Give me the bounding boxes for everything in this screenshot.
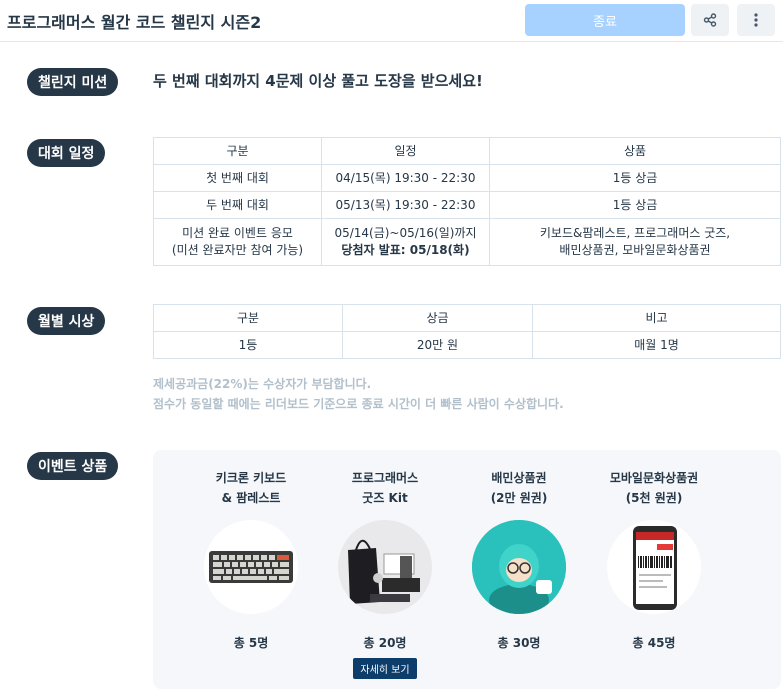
table-cell: 05/14(금)~05/16(일)까지 당첨자 발표: 05/18(화): [321, 218, 490, 266]
table-cell: 05/13(목) 19:30 - 22:30: [321, 191, 490, 219]
prize-name: 키크론 키보드 & 팜레스트: [191, 468, 311, 508]
table-cell: 매월 1명: [532, 331, 781, 359]
cell-line: 미션 완료 이벤트 응모: [182, 226, 293, 240]
prize-name: 프로그래머스 굿즈 Kit: [325, 468, 445, 508]
page-title: 프로그래머스 월간 코드 챌린지 시즌2: [7, 13, 262, 32]
section-label-mission: 챌린지 미션: [27, 68, 119, 96]
prize-mobile-gift: 모바일문화상품권 (5천 원권) 총 45명: [594, 468, 714, 651]
prize-name-line: (2만 원권): [490, 491, 548, 505]
table-cell: 20만 원: [342, 331, 533, 359]
table-row: 첫 번째 대회 04/15(목) 19:30 - 22:30 1등 상금: [153, 164, 781, 192]
prize-name-line: 모바일문화상품권: [609, 471, 699, 485]
table-cell: 미션 완료 이벤트 응모 (미션 완료자만 참여 가능): [153, 218, 322, 266]
schedule-table: 구분 일정 상품 첫 번째 대회 04/15(목) 19:30 - 22:30 …: [153, 137, 781, 266]
prize-name: 모바일문화상품권 (5천 원권): [594, 468, 714, 508]
prize-name-line: (5천 원권): [625, 491, 683, 505]
table-header: 비고: [532, 304, 781, 332]
cell-line: 키보드&팜레스트, 프로그래머스 굿즈,: [539, 226, 731, 240]
prize-count: 총 5명: [233, 636, 269, 650]
section-label-schedule: 대회 일정: [27, 139, 106, 167]
prize-goods-kit: 프로그래머스 굿즈 Kit 총 20명 자세히 보기: [325, 468, 445, 679]
table-header: 구분: [153, 137, 322, 165]
end-button[interactable]: 종료: [525, 4, 685, 36]
mobile-gift-image: [607, 520, 701, 614]
prize-name-line: 프로그래머스: [351, 471, 419, 485]
prize-name-line: & 팜레스트: [221, 491, 281, 505]
table-header: 상금: [342, 304, 533, 332]
goods-kit-image: [338, 520, 432, 614]
baemin-image: [472, 520, 566, 614]
table-header-row: 구분 상금 비고: [153, 304, 781, 332]
prize-keyboard: 키크론 키보드 & 팜레스트 총 5명: [191, 468, 311, 651]
prize-name-line: 키크론 키보드: [215, 471, 287, 485]
share-icon: [703, 13, 717, 27]
table-cell: 1등 상금: [489, 191, 781, 219]
prize-count: 총 20명: [363, 636, 407, 650]
keyboard-image: [204, 520, 298, 614]
more-options-button[interactable]: [737, 4, 775, 36]
table-cell: 1등: [153, 331, 343, 359]
share-button[interactable]: [691, 4, 729, 36]
table-header: 일정: [321, 137, 490, 165]
table-cell: 04/15(목) 19:30 - 22:30: [321, 164, 490, 192]
prize-name-line: 배민상품권: [491, 471, 547, 485]
prize-name-line: 굿즈 Kit: [362, 491, 408, 505]
prize-name: 배민상품권 (2만 원권): [459, 468, 579, 508]
prize-baemin: 배민상품권 (2만 원권) 총 30명: [459, 468, 579, 651]
table-row: 미션 완료 이벤트 응모 (미션 완료자만 참여 가능) 05/14(금)~05…: [153, 218, 781, 266]
table-header-row: 구분 일정 상품: [153, 137, 781, 165]
cell-line: 05/14(금)~05/16(일)까지: [334, 226, 477, 240]
top-bar: 프로그래머스 월간 코드 챌린지 시즌2 종료: [0, 0, 783, 42]
cell-line: (미션 완료자만 참여 가능): [171, 243, 304, 257]
announcement-date: 당첨자 발표: 05/18(화): [341, 243, 470, 257]
table-cell: 키보드&팜레스트, 프로그래머스 굿즈, 배민상품권, 모바일문화상품권: [489, 218, 781, 266]
note-line: 제세공과금(22%)는 수상자가 부담합니다.: [153, 377, 372, 391]
note-line: 점수가 동일할 때에는 리더보드 기준으로 종료 시간이 더 빠른 사람이 수상…: [153, 397, 564, 411]
section-label-event: 이벤트 상품: [27, 452, 119, 480]
table-row: 1등 20만 원 매월 1명: [153, 331, 781, 359]
cell-line: 배민상품권, 모바일문화상품권: [559, 243, 711, 257]
table-cell: 첫 번째 대회: [153, 164, 322, 192]
prize-box: 키크론 키보드 & 팜레스트 총 5명 프로그래머스 굿즈 Kit 총 20명 …: [153, 450, 781, 689]
table-header: 상품: [489, 137, 781, 165]
mission-text: 두 번째 대회까지 4문제 이상 풀고 도장을 받으세요!: [153, 72, 483, 90]
prize-count: 총 45명: [632, 636, 676, 650]
table-header: 구분: [153, 304, 343, 332]
table-cell: 1등 상금: [489, 164, 781, 192]
table-row: 두 번째 대회 05/13(목) 19:30 - 22:30 1등 상금: [153, 191, 781, 219]
view-details-button[interactable]: 자세히 보기: [353, 658, 417, 679]
table-cell: 두 번째 대회: [153, 191, 322, 219]
notes: 제세공과금(22%)는 수상자가 부담합니다. 점수가 동일할 때에는 리더보드…: [153, 374, 564, 414]
vertical-dots-icon: [754, 13, 758, 27]
monthly-table: 구분 상금 비고 1등 20만 원 매월 1명: [153, 304, 781, 359]
prize-count: 총 30명: [497, 636, 541, 650]
section-label-monthly: 월별 시상: [27, 307, 106, 335]
